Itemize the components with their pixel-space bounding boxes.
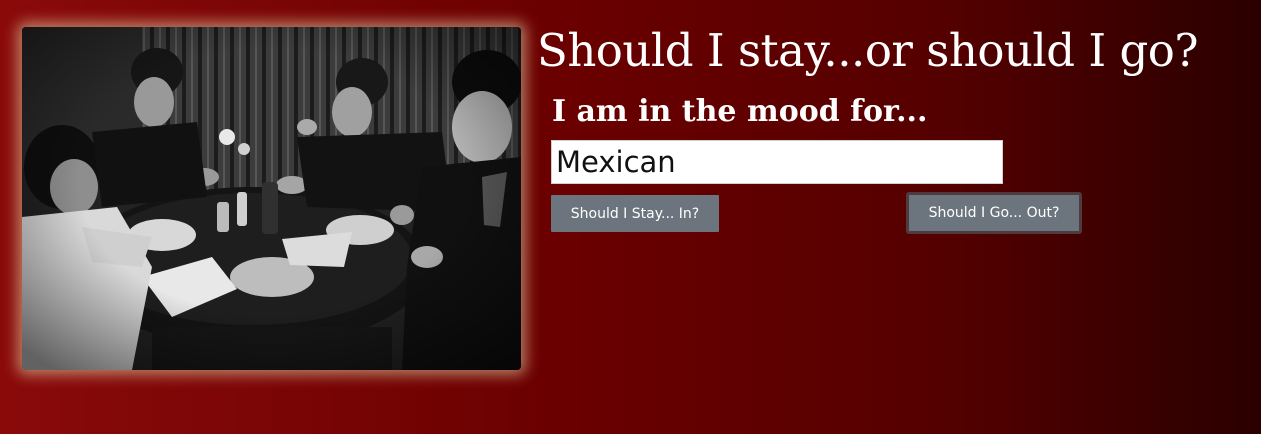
hero-photo (22, 27, 521, 370)
mood-label: I am in the mood for... (552, 94, 928, 129)
food-type-input[interactable] (551, 140, 1003, 184)
stay-in-button[interactable]: Should I Stay... In? (551, 195, 719, 232)
go-out-button[interactable]: Should I Go... Out? (906, 192, 1082, 234)
page-title: Should I stay...or should I go? (537, 24, 1199, 77)
